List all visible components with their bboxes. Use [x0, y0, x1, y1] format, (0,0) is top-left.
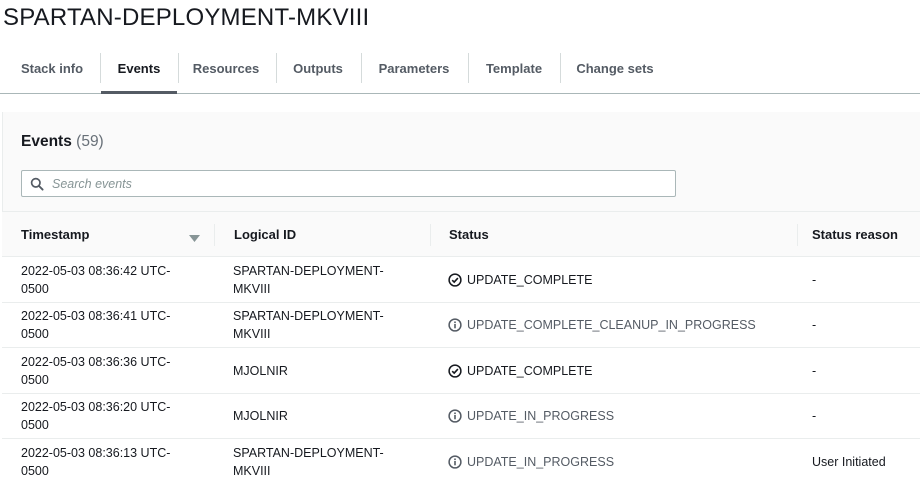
- events-heading-label: Events: [21, 133, 72, 150]
- info-circle-icon: [448, 454, 462, 469]
- timestamp-line: 2022-05-03 08:36:20 UTC-: [21, 400, 171, 414]
- logical-id-line: SPARTAN-DEPLOYMENT-: [233, 445, 384, 460]
- tab-change-sets[interactable]: Change sets: [561, 44, 669, 93]
- events-table: Timestamp Logical ID Status Status reaso…: [2, 211, 920, 484]
- status-cell: UPDATE_IN_PROGRESS: [448, 439, 798, 484]
- column-divider: [797, 224, 798, 246]
- logical-id-line: SPARTAN-DEPLOYMENT-: [233, 263, 384, 278]
- status-reason-cell: -: [812, 363, 817, 378]
- timestamp-line: 0500: [21, 418, 49, 432]
- search-input[interactable]: [52, 171, 675, 196]
- column-divider: [214, 224, 215, 246]
- column-header-logical-id[interactable]: Logical ID: [234, 212, 296, 256]
- search-icon: [22, 171, 52, 196]
- tab-parameters[interactable]: Parameters: [362, 44, 466, 93]
- logical-id-line: MKVIII: [233, 281, 271, 296]
- status-reason-cell: User Initiated: [812, 454, 886, 469]
- status-reason-cell: -: [812, 272, 817, 287]
- status-cell: UPDATE_COMPLETE: [448, 348, 798, 393]
- column-divider: [430, 224, 431, 246]
- timestamp-line: 2022-05-03 08:36:41 UTC-: [21, 309, 171, 323]
- logical-id-line: SPARTAN-DEPLOYMENT-: [233, 309, 384, 323]
- check-circle-icon: [448, 363, 462, 378]
- table-body: 2022-05-03 08:36:42 UTC- 0500 SPARTAN-DEP…: [2, 257, 920, 484]
- status-text: UPDATE_COMPLETE_CLEANUP_IN_PROGRESS: [467, 318, 756, 332]
- logical-id-cell: MJOLNIR: [233, 348, 413, 393]
- logical-id-cell: SPARTAN-DEPLOYMENT- MKVIII: [233, 439, 413, 484]
- timestamp-line: 0500: [21, 372, 49, 387]
- status-cell: UPDATE_COMPLETE: [448, 257, 798, 302]
- timestamp-cell: 2022-05-03 08:36:41 UTC- 0500: [21, 303, 211, 348]
- timestamp-line: 2022-05-03 08:36:13 UTC-: [21, 445, 171, 460]
- timestamp-line: 2022-05-03 08:36:42 UTC-: [21, 263, 171, 278]
- table-row[interactable]: 2022-05-03 08:36:13 UTC- 0500 SPARTAN-DEP…: [2, 439, 920, 484]
- timestamp-cell: 2022-05-03 08:36:20 UTC- 0500: [21, 394, 211, 439]
- logical-id-cell: SPARTAN-DEPLOYMENT- MKVIII: [233, 303, 413, 348]
- logical-id-line: MJOLNIR: [233, 409, 288, 423]
- tab-bar: Stack info Events Resources Outputs Para…: [0, 44, 920, 94]
- table-row[interactable]: 2022-05-03 08:36:36 UTC- 0500 MJOLNIR UPD…: [2, 348, 920, 394]
- tab-outputs[interactable]: Outputs: [277, 44, 359, 93]
- logical-id-cell: MJOLNIR: [233, 394, 413, 439]
- status-reason-cell: -: [812, 409, 817, 423]
- status-text: UPDATE_COMPLETE: [467, 363, 593, 378]
- events-heading: Events (59): [21, 133, 104, 151]
- events-count: (59): [76, 133, 104, 150]
- timestamp-cell: 2022-05-03 08:36:42 UTC- 0500: [21, 257, 211, 302]
- stack-title: SPARTAN-DEPLOYMENT-MKVIII: [3, 4, 370, 31]
- timestamp-cell: 2022-05-03 08:36:13 UTC- 0500: [21, 439, 211, 484]
- table-header: Timestamp Logical ID Status Status reaso…: [2, 212, 920, 257]
- sort-descending-icon[interactable]: [189, 230, 200, 248]
- tab-resources[interactable]: Resources: [179, 44, 273, 93]
- status-reason-cell: -: [812, 318, 817, 332]
- column-header-status-reason[interactable]: Status reason: [812, 212, 898, 256]
- status-cell: UPDATE_COMPLETE_CLEANUP_IN_PROGRESS: [448, 303, 798, 348]
- timestamp-cell: 2022-05-03 08:36:36 UTC- 0500: [21, 348, 211, 393]
- logical-id-line: MJOLNIR: [233, 363, 288, 378]
- timestamp-line: 2022-05-03 08:36:36 UTC-: [21, 354, 171, 369]
- logical-id-line: MKVIII: [233, 327, 271, 341]
- timestamp-line: 0500: [21, 281, 49, 296]
- table-row[interactable]: 2022-05-03 08:36:41 UTC- 0500 SPARTAN-DEP…: [2, 303, 920, 348]
- status-text: UPDATE_COMPLETE: [467, 272, 593, 287]
- timestamp-line: 0500: [21, 463, 49, 478]
- table-row[interactable]: 2022-05-03 08:36:20 UTC- 0500 MJOLNIR UPD…: [2, 394, 920, 439]
- logical-id-cell: SPARTAN-DEPLOYMENT- MKVIII: [233, 257, 413, 302]
- check-circle-icon: [448, 272, 462, 287]
- tab-stack-info[interactable]: Stack info: [8, 44, 96, 93]
- tab-events[interactable]: Events: [101, 44, 177, 94]
- table-row[interactable]: 2022-05-03 08:36:42 UTC- 0500 SPARTAN-DEP…: [2, 257, 920, 303]
- column-header-status[interactable]: Status: [449, 212, 489, 256]
- timestamp-line: 0500: [21, 327, 49, 341]
- status-cell: UPDATE_IN_PROGRESS: [448, 394, 798, 439]
- search-box[interactable]: [21, 170, 676, 197]
- logical-id-line: MKVIII: [233, 463, 271, 478]
- tab-template[interactable]: Template: [469, 44, 559, 93]
- info-circle-icon: [448, 409, 462, 423]
- info-circle-icon: [448, 318, 462, 332]
- column-header-timestamp[interactable]: Timestamp: [21, 212, 89, 256]
- status-text: UPDATE_IN_PROGRESS: [467, 454, 615, 469]
- status-text: UPDATE_IN_PROGRESS: [467, 409, 615, 423]
